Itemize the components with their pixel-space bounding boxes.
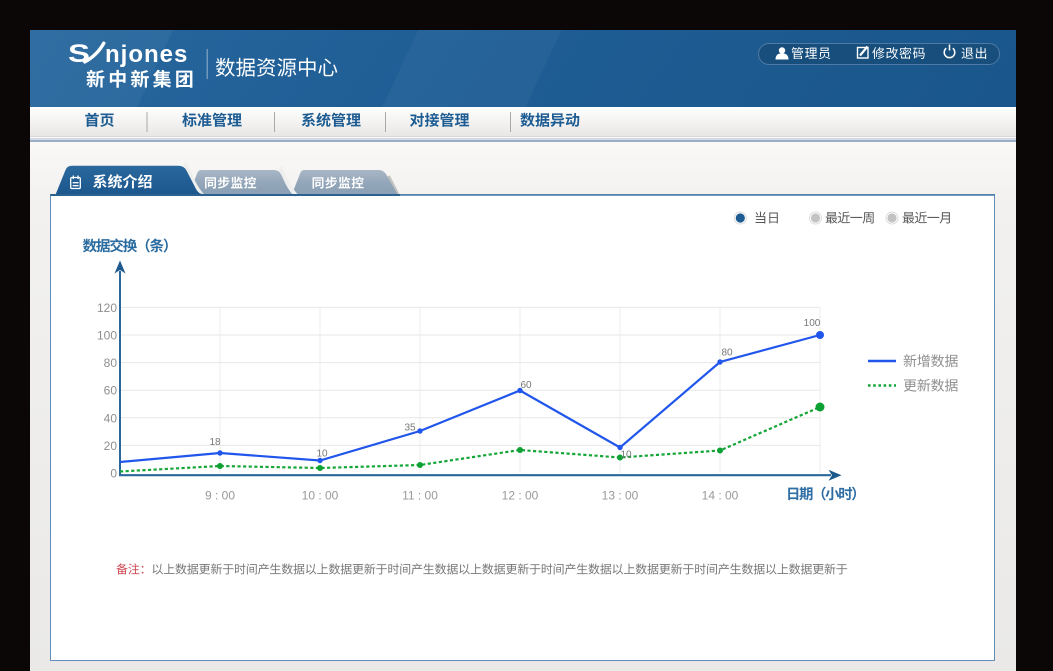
svg-text:10: 10 xyxy=(620,450,632,461)
svg-text:njones: njones xyxy=(105,41,188,68)
svg-text:60: 60 xyxy=(104,384,118,398)
svg-text:14 : 00: 14 : 00 xyxy=(702,489,739,503)
svg-text:0: 0 xyxy=(110,467,117,481)
svg-text:S: S xyxy=(68,40,90,68)
svg-text:20: 20 xyxy=(104,439,118,453)
svg-text:11 : 00: 11 : 00 xyxy=(402,489,438,503)
svg-text:80: 80 xyxy=(721,348,733,359)
svg-text:35: 35 xyxy=(404,423,416,434)
svg-text:100: 100 xyxy=(804,318,821,329)
svg-text:40: 40 xyxy=(104,411,118,425)
svg-text:120: 120 xyxy=(97,301,117,315)
svg-text:10: 10 xyxy=(316,449,328,460)
svg-text:12 : 00: 12 : 00 xyxy=(502,489,539,503)
svg-text:13 : 00: 13 : 00 xyxy=(602,489,639,503)
svg-text:18: 18 xyxy=(209,437,221,448)
svg-text:60: 60 xyxy=(520,380,532,391)
svg-text:80: 80 xyxy=(104,356,118,370)
svg-text:9 : 00: 9 : 00 xyxy=(205,489,235,503)
svg-text:100: 100 xyxy=(97,329,117,343)
svg-text:10 : 00: 10 : 00 xyxy=(302,489,339,503)
